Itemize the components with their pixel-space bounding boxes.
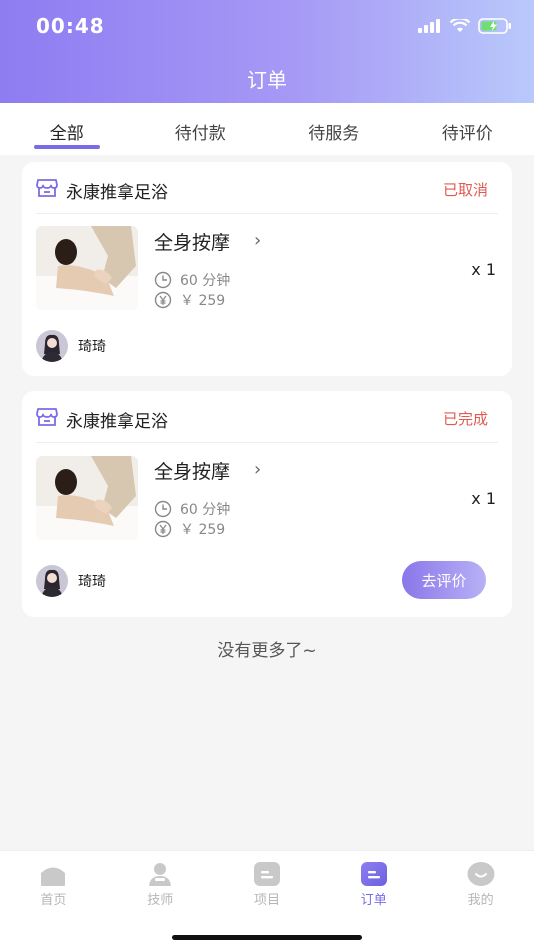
status-time: 00:48 (36, 14, 105, 38)
technician-name: 琦琦 (78, 339, 106, 355)
chevron-right-icon: › (254, 459, 262, 480)
shop-icon (36, 179, 58, 197)
list-end-text: 没有更多了~ (217, 641, 317, 661)
order-status: 已完成 (442, 410, 488, 428)
review-button[interactable]: 去评价 (402, 561, 486, 599)
shop-name[interactable]: 永康推拿足浴 (66, 407, 168, 432)
yuan-icon (154, 520, 172, 538)
tab-label: 待服务 (308, 124, 360, 144)
service-thumbnail (36, 456, 138, 540)
technician-icon (149, 863, 172, 886)
service-duration-row: 60 分钟 (154, 499, 230, 519)
order-card-header: 永康推拿足浴 已取消 (36, 162, 498, 214)
service-price-row: ￥ 259 (154, 290, 225, 310)
header: 00:48 订单 (0, 0, 534, 103)
page-title: 订单 (247, 68, 287, 92)
service-name[interactable]: 全身按摩 (154, 228, 230, 255)
active-tab-indicator (33, 145, 100, 149)
chevron-right-icon: › (254, 230, 262, 251)
yuan-icon (154, 291, 172, 309)
home-indicator (172, 935, 362, 940)
tabbar-label: 技师 (147, 893, 174, 908)
signal-icon (418, 19, 440, 33)
tab-pending-service[interactable]: 待服务 (267, 103, 401, 155)
service-price-row: ￥ 259 (154, 519, 225, 539)
battery-icon (478, 18, 511, 34)
order-icon (360, 862, 387, 886)
service-quantity: x 1 (471, 489, 496, 508)
service-duration: 60 分钟 (180, 273, 231, 289)
tab-pending-review[interactable]: 待评价 (401, 103, 534, 155)
profile-icon (467, 862, 495, 886)
avatar (36, 565, 68, 597)
service-quantity: x 1 (471, 260, 496, 279)
service-duration-row: 60 分钟 (154, 270, 230, 290)
avatar (36, 330, 68, 362)
tabbar-label: 项目 (253, 893, 280, 908)
tabbar-item-profile[interactable]: 我的 (427, 851, 534, 950)
tab-label: 全部 (49, 124, 84, 144)
order-tabs: 全部 待付款 待服务 待评价 (0, 103, 534, 155)
tabbar-item-home[interactable]: 首页 (0, 851, 107, 950)
tab-label: 待评价 (441, 124, 493, 144)
tabbar-label: 我的 (467, 893, 494, 908)
shop-icon (36, 408, 58, 426)
service-price: ￥ 259 (180, 293, 226, 309)
home-icon (41, 867, 66, 886)
order-card[interactable]: 永康推拿足浴 已取消 全身按摩 › 60 分钟 ￥ 259 x 1 琦琦 (22, 162, 512, 376)
tab-label: 待付款 (174, 124, 226, 144)
service-name[interactable]: 全身按摩 (154, 457, 230, 484)
shop-name[interactable]: 永康推拿足浴 (66, 178, 168, 203)
tabbar-label: 首页 (40, 893, 67, 908)
service-duration: 60 分钟 (180, 502, 231, 518)
tabbar-label: 订单 (360, 893, 387, 908)
service-price: ￥ 259 (180, 522, 226, 538)
clock-icon (154, 271, 172, 289)
service-thumbnail (36, 226, 138, 310)
order-status: 已取消 (442, 181, 488, 199)
technician-info[interactable]: 琦琦 (36, 330, 106, 362)
project-icon (253, 862, 280, 886)
tab-all[interactable]: 全部 (0, 103, 134, 155)
tab-pending-payment[interactable]: 待付款 (134, 103, 268, 155)
status-icons (418, 18, 512, 34)
technician-name: 琦琦 (78, 574, 106, 590)
order-card[interactable]: 永康推拿足浴 已完成 全身按摩 › 60 分钟 ￥ 259 x 1 琦琦 去评价 (22, 391, 512, 617)
order-card-header: 永康推拿足浴 已完成 (36, 391, 498, 443)
technician-info[interactable]: 琦琦 (36, 565, 106, 597)
wifi-icon (450, 19, 470, 32)
clock-icon (154, 500, 172, 518)
